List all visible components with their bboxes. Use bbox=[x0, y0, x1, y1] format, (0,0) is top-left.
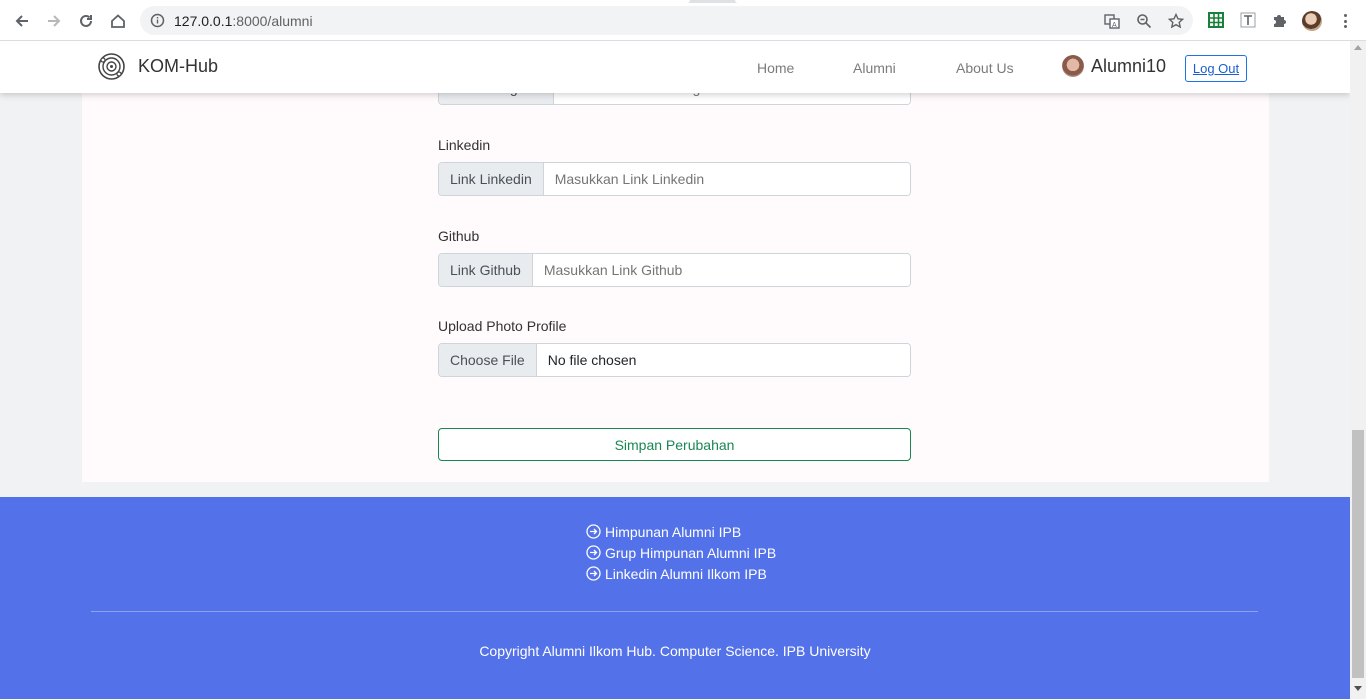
github-label: Github bbox=[438, 228, 480, 244]
zoom-icon[interactable] bbox=[1136, 13, 1152, 29]
sheets-extension-icon[interactable] bbox=[1207, 11, 1225, 29]
footer-divider bbox=[91, 611, 1258, 612]
scroll-up-icon[interactable] bbox=[1354, 45, 1362, 50]
arrow-right-circle-icon bbox=[586, 524, 601, 539]
translate-icon[interactable]: A bbox=[1104, 13, 1120, 29]
username: Alumni10 bbox=[1091, 55, 1167, 76]
linkedin-addon: Link Linkedin bbox=[439, 163, 544, 195]
bookmark-star-icon[interactable] bbox=[1168, 13, 1184, 29]
linkedin-input-group[interactable]: Link Linkedin bbox=[438, 162, 911, 196]
forward-icon[interactable] bbox=[43, 10, 65, 32]
url-text: 127.0.0.1:8000/alumni bbox=[174, 13, 313, 29]
svg-text:A: A bbox=[1112, 22, 1117, 29]
address-bar[interactable]: 127.0.0.1:8000/alumni A bbox=[140, 6, 1193, 35]
browser-toolbar: 127.0.0.1:8000/alumni A bbox=[0, 0, 1366, 41]
profile-avatar-icon[interactable] bbox=[1302, 11, 1322, 31]
footer-link-himpunan[interactable]: Himpunan Alumni IPB bbox=[586, 521, 776, 542]
github-input-group[interactable]: Link Github bbox=[438, 253, 911, 287]
footer-link-linkedin[interactable]: Linkedin Alumni Ilkom IPB bbox=[586, 563, 776, 584]
photo-file-input[interactable]: Choose File No file chosen bbox=[438, 343, 911, 377]
site-info-icon[interactable] bbox=[150, 13, 165, 28]
nav-home[interactable]: Home bbox=[757, 60, 794, 76]
footer-links: Himpunan Alumni IPB Grup Himpunan Alumni… bbox=[586, 521, 776, 584]
linkedin-input[interactable] bbox=[543, 163, 910, 195]
nav-alumni[interactable]: Alumni bbox=[853, 60, 896, 76]
logout-button[interactable]: Log Out bbox=[1185, 55, 1247, 82]
user-menu[interactable]: Alumni10 bbox=[1062, 55, 1166, 77]
text-extension-icon[interactable] bbox=[1239, 11, 1257, 29]
arrow-right-circle-icon bbox=[586, 566, 601, 581]
github-addon: Link Github bbox=[439, 254, 533, 286]
site-footer: Himpunan Alumni IPB Grup Himpunan Alumni… bbox=[0, 497, 1350, 699]
page-scrollbar[interactable] bbox=[1350, 41, 1366, 699]
linkedin-label: Linkedin bbox=[438, 137, 491, 153]
reload-icon[interactable] bbox=[75, 10, 97, 32]
choose-file-button[interactable]: Choose File bbox=[439, 344, 537, 376]
extensions-puzzle-icon[interactable] bbox=[1271, 11, 1289, 29]
back-icon[interactable] bbox=[11, 10, 33, 32]
scroll-down-icon[interactable] bbox=[1354, 686, 1362, 691]
site-navbar: KOM-Hub Home Alumni About Us Alumni10 Lo… bbox=[0, 41, 1350, 93]
github-input[interactable] bbox=[532, 254, 910, 286]
arrow-right-circle-icon bbox=[586, 545, 601, 560]
page-viewport: Link Instagram Linkedin Link Linkedin Gi… bbox=[0, 41, 1350, 699]
scrollbar-thumb[interactable] bbox=[1352, 430, 1364, 678]
nav-about-us[interactable]: About Us bbox=[956, 60, 1014, 76]
footer-link-grup[interactable]: Grup Himpunan Alumni IPB bbox=[586, 542, 776, 563]
save-changes-button[interactable]: Simpan Perubahan bbox=[438, 428, 911, 461]
tab-strip-edge bbox=[0, 0, 1366, 3]
file-status: No file chosen bbox=[536, 344, 910, 376]
browser-menu-icon[interactable] bbox=[1338, 12, 1352, 30]
form-container: Link Instagram Linkedin Link Linkedin Gi… bbox=[82, 41, 1269, 482]
avatar bbox=[1062, 55, 1084, 77]
photo-label: Upload Photo Profile bbox=[438, 318, 567, 334]
copyright-text: Copyright Alumni Ilkom Hub. Computer Sci… bbox=[479, 643, 871, 659]
brand[interactable]: KOM-Hub bbox=[97, 52, 218, 81]
brand-logo-icon bbox=[98, 53, 125, 80]
brand-name: KOM-Hub bbox=[138, 56, 219, 76]
home-icon[interactable] bbox=[107, 10, 129, 32]
